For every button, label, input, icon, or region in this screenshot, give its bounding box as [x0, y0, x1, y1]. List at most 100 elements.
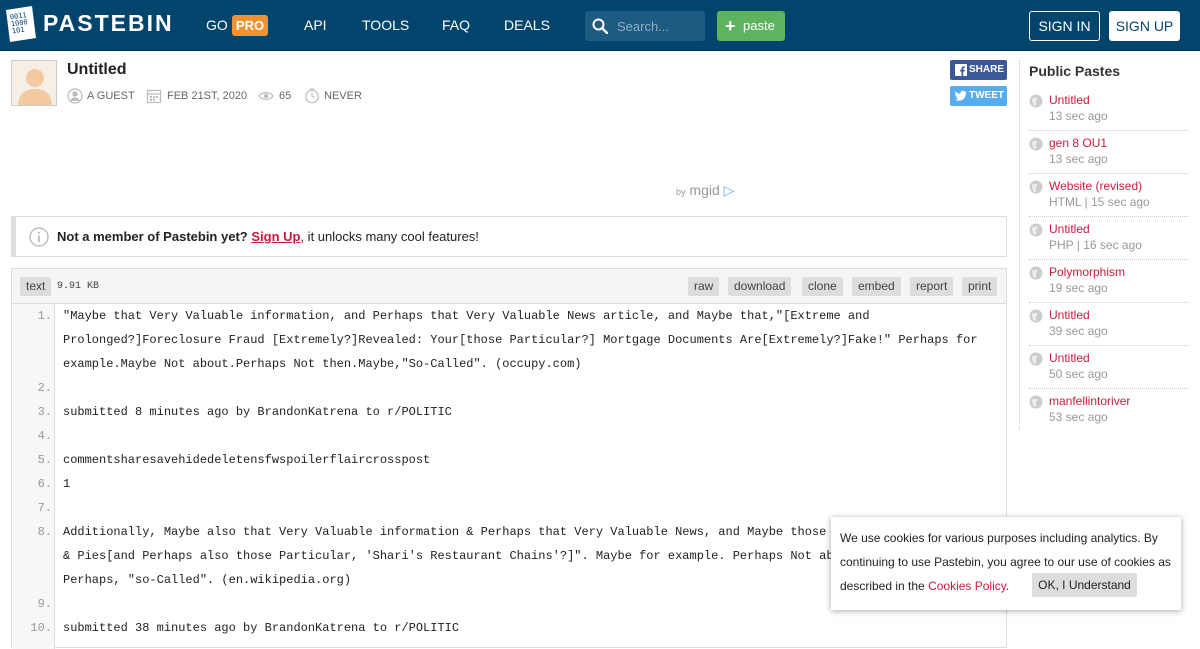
paste-expiry: NEVER — [324, 90, 362, 102]
member-notice: Not a member of Pastebin yet? Sign Up, i… — [11, 216, 1007, 257]
public-paste-item[interactable]: manfellintoriver 53 sec ago — [1029, 389, 1189, 432]
public-paste-item[interactable]: Website (revised) HTML | 15 sec ago — [1029, 174, 1189, 217]
public-paste-name[interactable]: gen 8 OU1 — [1049, 136, 1107, 150]
code-line: Perhaps, "so-Called". (en.wikipedia.org) — [63, 573, 352, 587]
raw-button[interactable]: raw — [688, 277, 720, 296]
twitter-tweet-button[interactable]: TWEET — [950, 86, 1007, 106]
paste-title: Untitled — [67, 61, 127, 78]
public-paste-name[interactable]: Untitled — [1049, 351, 1090, 365]
cookie-accept-button[interactable]: OK, I Understand — [1032, 573, 1137, 597]
globe-icon — [1029, 395, 1043, 409]
line-number: 6. — [37, 477, 52, 491]
line-number: 2. — [37, 381, 52, 395]
sign-up-button[interactable]: SIGN UP — [1109, 11, 1180, 41]
line-number: 4. — [37, 429, 52, 443]
public-paste-meta: HTML | 15 sec ago — [1049, 195, 1150, 209]
info-icon — [29, 227, 49, 247]
paste-views: 65 — [279, 90, 292, 102]
logo-text[interactable]: PASTEBIN — [43, 10, 174, 37]
public-paste-meta: 13 sec ago — [1049, 152, 1108, 166]
embed-button[interactable]: embed — [852, 277, 901, 296]
plus-icon: + — [725, 16, 736, 36]
eye-icon — [258, 92, 274, 100]
calendar-icon — [146, 89, 162, 104]
paste-date: FEB 21ST, 2020 — [167, 90, 248, 102]
public-paste-meta: PHP | 16 sec ago — [1049, 238, 1142, 252]
public-paste-name[interactable]: manfellintoriver — [1049, 394, 1130, 408]
public-paste-item[interactable]: Untitled PHP | 16 sec ago — [1029, 217, 1189, 260]
public-paste-meta: 19 sec ago — [1049, 281, 1108, 295]
code-toolbar: text 9.91 KB raw download clone embed re… — [12, 269, 1006, 304]
paste-size: 9.91 KB — [57, 281, 100, 292]
cookie-consent-popup: We use cookies for various purposes incl… — [831, 517, 1181, 610]
public-paste-item[interactable]: Polymorphism 19 sec ago — [1029, 260, 1189, 303]
syntax-tag[interactable]: text — [20, 277, 52, 296]
public-paste-item[interactable]: Untitled 39 sec ago — [1029, 303, 1189, 346]
globe-icon — [1029, 352, 1043, 366]
cookie-after: . — [1005, 579, 1010, 593]
public-paste-item[interactable]: Untitled 13 sec ago — [1029, 88, 1189, 131]
globe-icon — [1029, 223, 1043, 237]
new-paste-button[interactable]: + paste — [717, 11, 785, 41]
code-line: submitted 8 minutes ago by BrandonKatren… — [63, 405, 452, 419]
member-notice-text: Not a member of Pastebin yet? Sign Up, i… — [57, 229, 479, 244]
nav-faq[interactable]: FAQ — [442, 17, 470, 33]
search-icon[interactable] — [592, 18, 608, 34]
ad-by-text: by — [676, 187, 686, 197]
globe-icon — [1029, 137, 1043, 151]
report-button[interactable]: report — [910, 277, 954, 296]
public-paste-meta: 13 sec ago — [1049, 109, 1108, 123]
public-paste-name[interactable]: Untitled — [1049, 308, 1090, 322]
line-number: 3. — [37, 405, 52, 419]
notice-signup-link[interactable]: Sign Up — [251, 229, 300, 244]
twitter-icon — [955, 90, 967, 101]
public-paste-name[interactable]: Untitled — [1049, 222, 1090, 236]
mgid-ad-badge[interactable]: by mgid ▷ — [676, 182, 734, 199]
nav-deals[interactable]: DEALS — [504, 17, 550, 33]
code-line: commentsharesavehidedeletensfwspoilerfla… — [63, 453, 431, 467]
line-number: 7. — [37, 501, 52, 515]
pastebin-logo-icon[interactable]: 0011 1000 101 — [4, 4, 38, 44]
print-button[interactable]: print — [962, 277, 998, 296]
line-number: 10. — [30, 621, 52, 635]
cookies-policy-link[interactable]: Cookies Policy — [928, 579, 1006, 593]
line-number-gutter: 1. 2. 3. 4. 5. 6. 7. 8. 9. 10. — [12, 304, 55, 649]
tweet-label: TWEET — [969, 90, 1004, 101]
public-paste-item[interactable]: Untitled 50 sec ago — [1029, 346, 1189, 389]
public-paste-name[interactable]: Website (revised) — [1049, 179, 1142, 193]
code-line: "Maybe that Very Valuable information, a… — [63, 309, 870, 323]
search-input[interactable] — [617, 18, 699, 34]
code-line: 1 — [63, 477, 71, 491]
facebook-share-button[interactable]: SHARE — [950, 60, 1007, 80]
globe-icon — [1029, 94, 1043, 108]
guest-avatar — [11, 60, 57, 106]
paste-author[interactable]: A GUEST — [87, 90, 135, 102]
ad-choices-icon: ▷ — [723, 182, 735, 198]
nav-api[interactable]: API — [304, 17, 327, 33]
public-paste-item[interactable]: gen 8 OU1 13 sec ago — [1029, 131, 1189, 174]
public-paste-name[interactable]: Untitled — [1049, 93, 1090, 107]
globe-icon — [1029, 266, 1043, 280]
code-line: submitted 38 minutes ago by BrandonKatre… — [63, 621, 460, 635]
public-pastes-title: Public Pastes — [1029, 63, 1121, 79]
notice-rest-text: , it unlocks many cool features! — [300, 229, 479, 244]
public-paste-meta: 39 sec ago — [1049, 324, 1108, 338]
public-paste-meta: 50 sec ago — [1049, 367, 1108, 381]
line-number: 9. — [37, 597, 52, 611]
line-number: 1. — [37, 309, 52, 323]
sign-in-button[interactable]: SIGN IN — [1029, 11, 1100, 41]
user-icon — [67, 88, 83, 104]
top-header: 0011 1000 101 PASTEBIN GO PRO API TOOLS … — [0, 0, 1200, 51]
notice-bold-text: Not a member of Pastebin yet? — [57, 229, 248, 244]
pro-badge[interactable]: PRO — [232, 15, 268, 36]
search-box — [585, 11, 705, 41]
ad-brand-text: mgid — [689, 182, 720, 198]
public-paste-name[interactable]: Polymorphism — [1049, 265, 1125, 279]
nav-go[interactable]: GO — [206, 17, 228, 33]
line-number: 8. — [37, 525, 52, 539]
download-button[interactable]: download — [728, 277, 792, 296]
sidebar-divider — [1019, 60, 1020, 430]
share-label: SHARE — [969, 64, 1005, 75]
clone-button[interactable]: clone — [802, 277, 843, 296]
nav-tools[interactable]: TOOLS — [362, 17, 409, 33]
